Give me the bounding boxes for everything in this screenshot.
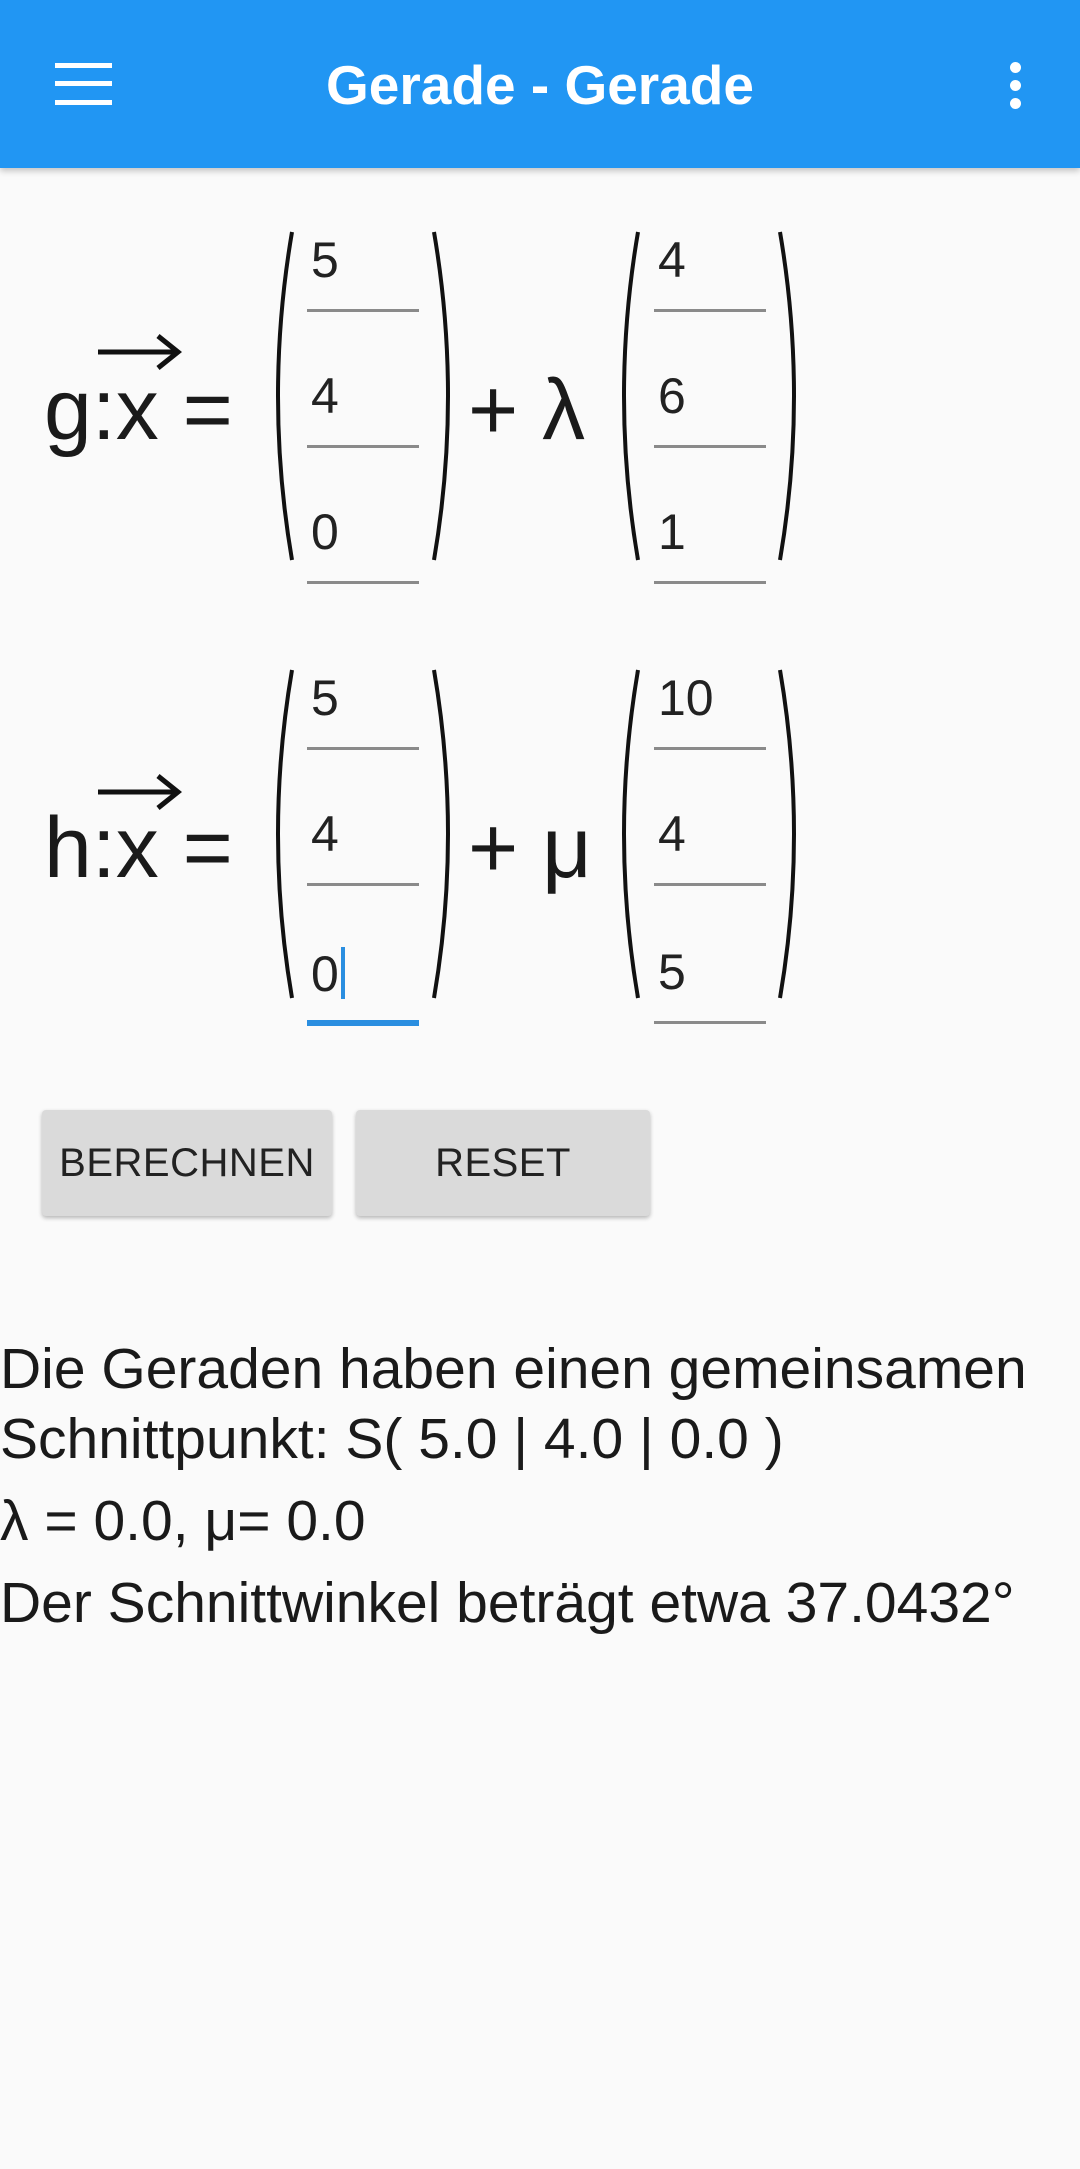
line-g-label: g:x = — [44, 362, 233, 458]
line-h-support-z-value: 0 — [311, 946, 339, 1002]
vector-arrow-icon — [98, 334, 182, 370]
left-paren-icon — [622, 231, 640, 561]
more-vertical-icon[interactable] — [990, 52, 1040, 120]
line-g-direction-y-input[interactable]: 6 — [654, 366, 766, 448]
text-cursor — [340, 947, 345, 999]
reset-button[interactable]: RESET — [356, 1110, 650, 1216]
line-g-direction-z-input[interactable]: 1 — [654, 502, 766, 584]
right-paren-icon — [432, 231, 450, 561]
vector-arrow-icon — [98, 774, 182, 810]
app-bar: Gerade - Gerade — [0, 0, 1080, 168]
right-paren-icon — [778, 231, 796, 561]
line-h-direction-x-input[interactable]: 10 — [654, 668, 766, 750]
right-paren-icon — [432, 669, 450, 999]
calculate-button[interactable]: BERECHNEN — [42, 1110, 332, 1216]
line-h-support-x-input[interactable]: 5 — [307, 668, 419, 750]
line-g-support-x-input[interactable]: 5 — [307, 230, 419, 312]
line-h-support-z-input[interactable]: 0 — [307, 944, 419, 1026]
line-h-support-y-input[interactable]: 4 — [307, 804, 419, 886]
result-line-2: Schnittpunkt: S( 5.0 | 4.0 | 0.0 ) — [0, 1407, 784, 1471]
line-g-support-y-input[interactable]: 4 — [307, 366, 419, 448]
page-title: Gerade - Gerade — [326, 54, 754, 116]
line-h-direction-z-input[interactable]: 5 — [654, 942, 766, 1024]
left-paren-icon — [622, 669, 640, 999]
line-h-label: h:x = — [44, 800, 233, 896]
result-line-1: Die Geraden haben einen gemeinsamen — [0, 1337, 1027, 1401]
left-paren-icon — [276, 669, 294, 999]
line-h-mu-operator: + μ — [468, 800, 592, 896]
result-line-3: λ = 0.0, μ= 0.0 — [0, 1489, 366, 1553]
right-paren-icon — [778, 669, 796, 999]
line-g-support-z-input[interactable]: 0 — [307, 502, 419, 584]
line-g-lambda-operator: + λ — [468, 362, 586, 458]
result-line-4: Der Schnittwinkel beträgt etwa 37.0432° — [0, 1571, 1015, 1635]
left-paren-icon — [276, 231, 294, 561]
line-h-direction-y-input[interactable]: 4 — [654, 804, 766, 886]
line-g-direction-x-input[interactable]: 4 — [654, 230, 766, 312]
